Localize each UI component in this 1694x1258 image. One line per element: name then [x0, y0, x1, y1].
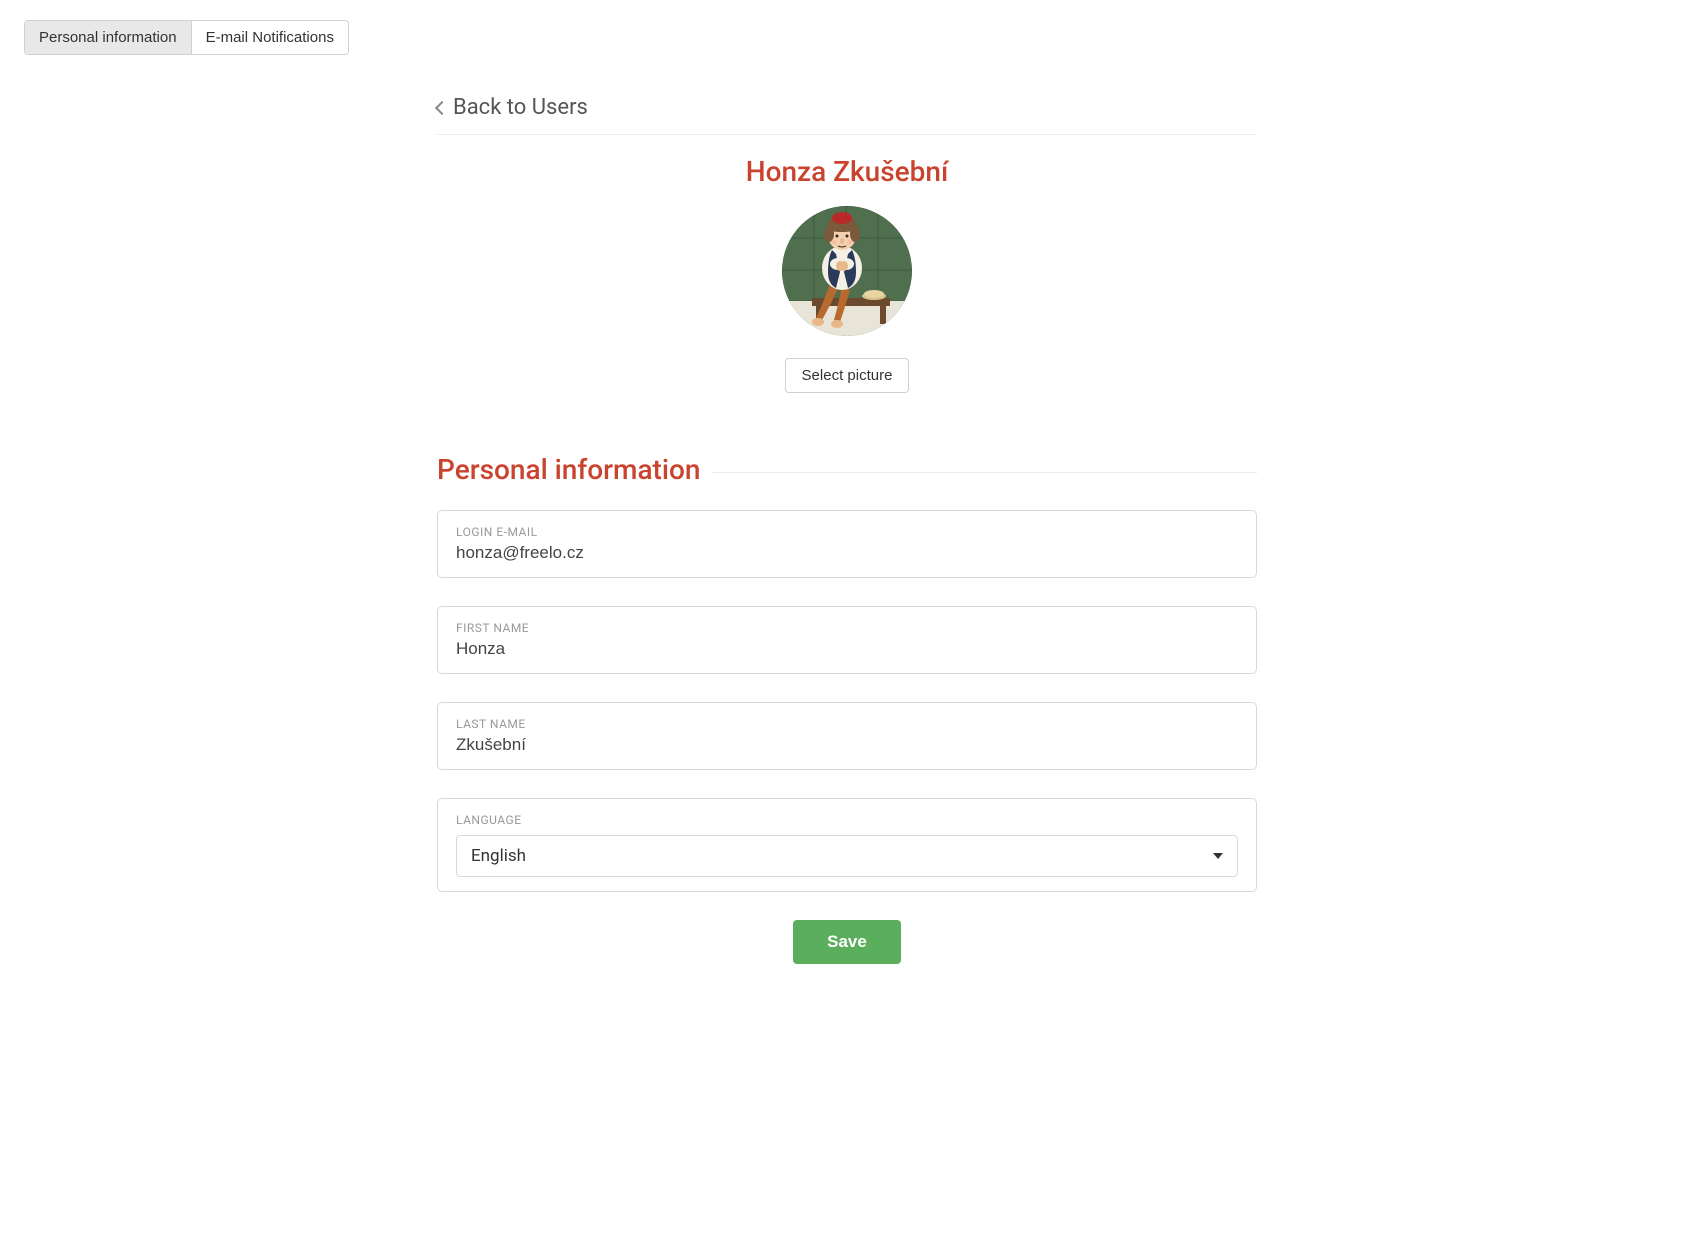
language-value: English [471, 846, 526, 866]
first-name-input[interactable] [456, 639, 1238, 659]
chevron-left-icon [435, 100, 449, 114]
language-select[interactable]: English [456, 835, 1238, 877]
section-title: Personal information [437, 453, 712, 486]
language-field: LANGUAGE English [437, 798, 1257, 892]
first-name-field[interactable]: FIRST NAME [437, 606, 1257, 674]
login-email-label: LOGIN E-MAIL [456, 525, 1238, 539]
language-label: LANGUAGE [456, 813, 1238, 827]
first-name-label: FIRST NAME [456, 621, 1238, 635]
user-header: Honza Zkušební [437, 155, 1257, 393]
caret-down-icon [1213, 853, 1223, 859]
avatar [782, 206, 912, 336]
tab-personal-information[interactable]: Personal information [25, 21, 191, 54]
back-link-label: Back to Users [453, 95, 588, 120]
select-picture-button[interactable]: Select picture [785, 358, 910, 393]
save-button[interactable]: Save [793, 920, 901, 964]
last-name-input[interactable] [456, 735, 1238, 755]
last-name-label: LAST NAME [456, 717, 1238, 731]
tabs: Personal information E-mail Notification… [24, 20, 349, 55]
back-to-users-link[interactable]: Back to Users [437, 95, 588, 134]
section-header: Personal information [437, 453, 1257, 486]
avatar-image [782, 206, 912, 336]
content: Back to Users Honza Zkušební [437, 95, 1257, 964]
login-email-input[interactable] [456, 543, 1238, 563]
user-display-name: Honza Zkušební [437, 155, 1257, 188]
section-divider [712, 472, 1257, 473]
save-row: Save [437, 920, 1257, 964]
tab-email-notifications[interactable]: E-mail Notifications [191, 21, 348, 54]
login-email-field[interactable]: LOGIN E-MAIL [437, 510, 1257, 578]
back-row: Back to Users [437, 95, 1257, 135]
last-name-field[interactable]: LAST NAME [437, 702, 1257, 770]
